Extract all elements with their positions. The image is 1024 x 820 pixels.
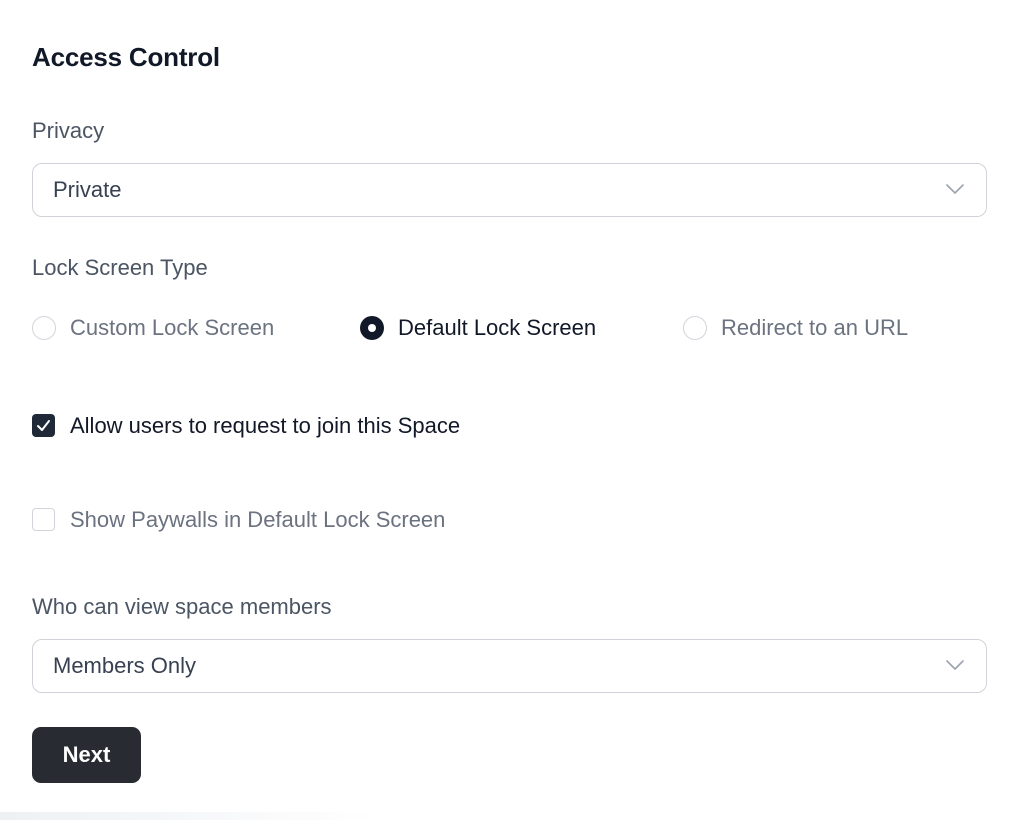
lock-screen-type-label: Lock Screen Type	[32, 255, 208, 280]
show-paywalls-checkbox-box	[32, 508, 55, 531]
allow-join-checkbox[interactable]: Allow users to request to join this Spac…	[32, 406, 732, 446]
radio-redirect-url[interactable]: Redirect to an URL	[683, 308, 973, 348]
privacy-select[interactable]: Private	[32, 163, 987, 217]
radio-default-lock-screen-circle	[360, 316, 384, 340]
show-paywalls-checkbox-label: Show Paywalls in Default Lock Screen	[70, 507, 446, 532]
checkmark-icon	[37, 420, 50, 431]
radio-custom-lock-screen[interactable]: Custom Lock Screen	[32, 308, 322, 348]
radio-default-lock-screen-label: Default Lock Screen	[398, 315, 597, 340]
bottom-shade	[0, 812, 380, 820]
allow-join-checkbox-box	[32, 414, 55, 437]
show-paywalls-checkbox[interactable]: Show Paywalls in Default Lock Screen	[32, 500, 732, 540]
chevron-down-icon	[946, 184, 964, 194]
radio-custom-lock-screen-label: Custom Lock Screen	[70, 315, 275, 340]
radio-redirect-url-label: Redirect to an URL	[721, 315, 909, 340]
members-visibility-label: Who can view space members	[32, 594, 332, 619]
radio-default-lock-screen[interactable]: Default Lock Screen	[360, 308, 650, 348]
allow-join-checkbox-label: Allow users to request to join this Spac…	[70, 413, 461, 438]
next-button[interactable]: Next	[32, 727, 141, 783]
members-visibility-select[interactable]: Members Only	[32, 639, 987, 693]
radio-custom-lock-screen-circle	[32, 316, 56, 340]
chevron-down-icon	[946, 660, 964, 670]
privacy-select-value: Private	[53, 177, 122, 202]
radio-redirect-url-circle	[683, 316, 707, 340]
section-title: Access Control	[32, 42, 220, 72]
lock-screen-type-radio-group: Custom Lock Screen Default Lock Screen R…	[32, 308, 992, 348]
privacy-label: Privacy	[32, 118, 105, 143]
members-visibility-select-value: Members Only	[53, 653, 197, 678]
